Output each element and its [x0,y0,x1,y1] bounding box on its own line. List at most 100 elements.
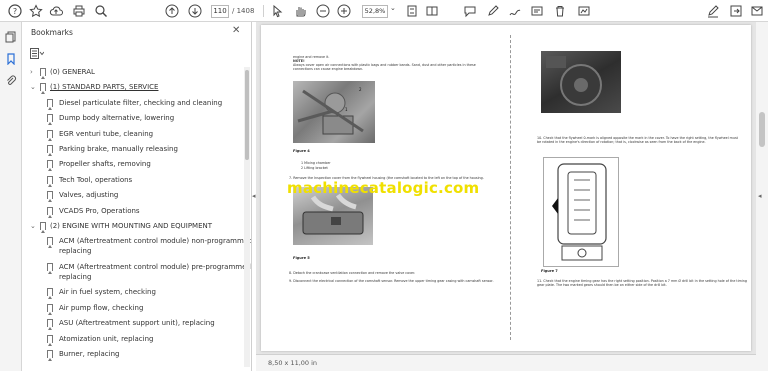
bookmark-label: (2) ENGINE WITH MOUNTING AND EQUIPMENT [50,222,213,230]
column-divider [510,35,511,340]
bookmark-icon [47,237,53,249]
bookmark-label: VCADS Pro, Operations [59,206,140,215]
bookmark-label: ACM (Aftertreatment control module) non-… [59,237,252,246]
zoom-level-input[interactable]: 52,8% [362,5,388,18]
zoom-in-icon[interactable] [337,4,351,18]
bookmark-label: ACM (Aftertreatment control module) pre-… [59,262,252,271]
step-10: 10. Check that the flywheel 0-mark is al… [537,136,738,145]
figure-5-caption: Figure 5 [293,256,310,260]
figure-7-image [543,157,619,267]
bookmark-label: Diesel particulate filter, checking and … [59,98,223,107]
bookmark-options-icon[interactable] [30,48,45,61]
bookmark-label: (1) STANDARD PARTS, SERVICE [50,83,159,92]
draw-icon[interactable] [508,4,522,18]
pdf-viewer-app: ? 110 / 1408 52,8% ⌄ Bookmarks ✕ › (0) G… [0,0,768,371]
star-icon[interactable] [29,4,43,18]
fit-page-icon[interactable] [405,4,419,18]
toolbar-separator [263,5,264,17]
page-total: / 1408 [232,7,255,15]
bookmark-icon [47,114,53,126]
bookmark-label: Air in fuel system, checking [59,288,156,297]
panel-title: Bookmarks [31,28,73,37]
bookmark-label: Propeller shafts, removing [59,160,151,169]
bookmark-icon [47,175,53,187]
bookmark-icon [47,98,53,110]
legend-item-1: 1 Mixing chamber [301,161,331,165]
bookmark-label: ASU (Aftertreatment support unit), repla… [59,319,215,328]
share-icon[interactable] [729,4,743,18]
bookmark-icon [47,160,53,172]
document-scrollbar-thumb[interactable] [759,112,765,147]
bookmark-icon [47,303,53,315]
next-page-icon[interactable] [188,4,202,18]
pen-icon[interactable] [486,4,500,18]
hand-tool-icon[interactable] [293,4,307,18]
stamp-icon[interactable] [530,4,544,18]
cloud-upload-icon[interactable] [49,4,63,18]
bookmark-icon [47,288,53,300]
bookmark-label: Burner, replacing [59,350,120,358]
bookmark-icon [47,262,53,274]
chevron-right-icon[interactable]: › [30,67,38,77]
figure-7-caption: Figure 7 [541,269,558,273]
bookmark-icon [47,191,53,203]
chevron-down-icon[interactable]: ⌄ [30,221,38,231]
svg-text:?: ? [13,7,17,16]
search-icon[interactable] [94,4,108,18]
bookmark-label-continued: replacing [59,272,92,281]
bookmark-label: Air pump flow, checking [59,303,144,312]
bookmark-label: EGR venturi tube, cleaning [59,129,154,138]
email-icon[interactable] [750,4,764,18]
step-8: 8. Detach the crankcase ventilation conn… [289,271,416,275]
watermark: machinecatalogic.com [287,179,480,197]
figure-4-image: 21 [293,81,375,143]
bookmarks-icon[interactable] [5,53,17,65]
bookmark-label: (0) GENERAL [50,68,95,76]
bookmark-icon [40,83,46,95]
step-9: 9. Disconnect the electrical connection … [289,279,494,283]
bookmark-icon [47,206,53,218]
bookmark-icon [40,68,46,79]
zoom-out-icon[interactable] [316,4,330,18]
close-icon[interactable]: ✕ [232,25,240,36]
legend-item-2: 2 Lifting bracket [301,166,328,170]
svg-text:1: 1 [345,107,348,112]
scroll-mode-icon[interactable] [425,4,439,18]
page-thumbnails-icon[interactable] [5,31,17,43]
collapse-right-panel-icon[interactable]: ◂ [758,192,762,200]
select-cursor-icon[interactable] [270,4,284,18]
bookmark-icon [47,145,53,156]
page-number-input[interactable]: 110 [211,5,229,18]
bookmark-icon [47,319,53,331]
bookmark-label: Atomization unit, replacing [59,334,154,343]
previous-page-icon[interactable] [165,4,179,18]
comment-icon[interactable] [463,4,477,18]
chevron-down-icon[interactable]: ⌄ [390,4,396,12]
attachments-icon[interactable] [5,75,17,87]
figure-4-caption: Figure 4 [293,149,310,153]
delete-icon[interactable] [553,4,567,18]
page-size: 8,50 x 11,00 in [268,359,318,367]
bookmark-label: Tech Tool, operations [59,175,133,184]
bookmark-icon [47,334,53,346]
note-body: Always cover open air connections with p… [293,63,476,72]
document-viewer: engine and remove it. NOTE! Always cover… [256,22,756,371]
figure-6-image [541,51,621,113]
bookmark-label-continued: replacing [59,247,92,256]
chevron-down-icon[interactable]: ⌄ [30,82,38,92]
help-icon[interactable]: ? [8,4,22,18]
bookmark-icon [47,350,53,361]
bookmark-icon [40,222,46,233]
bookmark-icon [47,129,53,141]
navigation-strip [0,22,22,371]
print-icon[interactable] [72,4,86,18]
sign-icon[interactable] [706,4,720,18]
bookmark-label: Parking brake, manually releasing [59,145,178,153]
collapse-panel-icon[interactable]: ◂ [252,192,256,200]
bookmark-label: Dump body alternative, lowering [59,114,175,123]
more-tools-icon[interactable] [577,4,591,18]
bookmark-scrollbar-thumb[interactable] [245,70,249,160]
bookmarks-panel: Bookmarks ✕ › (0) GENERAL ⌄ (1) STANDARD PA… [22,22,252,371]
status-bar: 8,50 x 11,00 in [256,354,756,371]
step-11: 11. Check that the engine timing gear ha… [537,279,747,288]
